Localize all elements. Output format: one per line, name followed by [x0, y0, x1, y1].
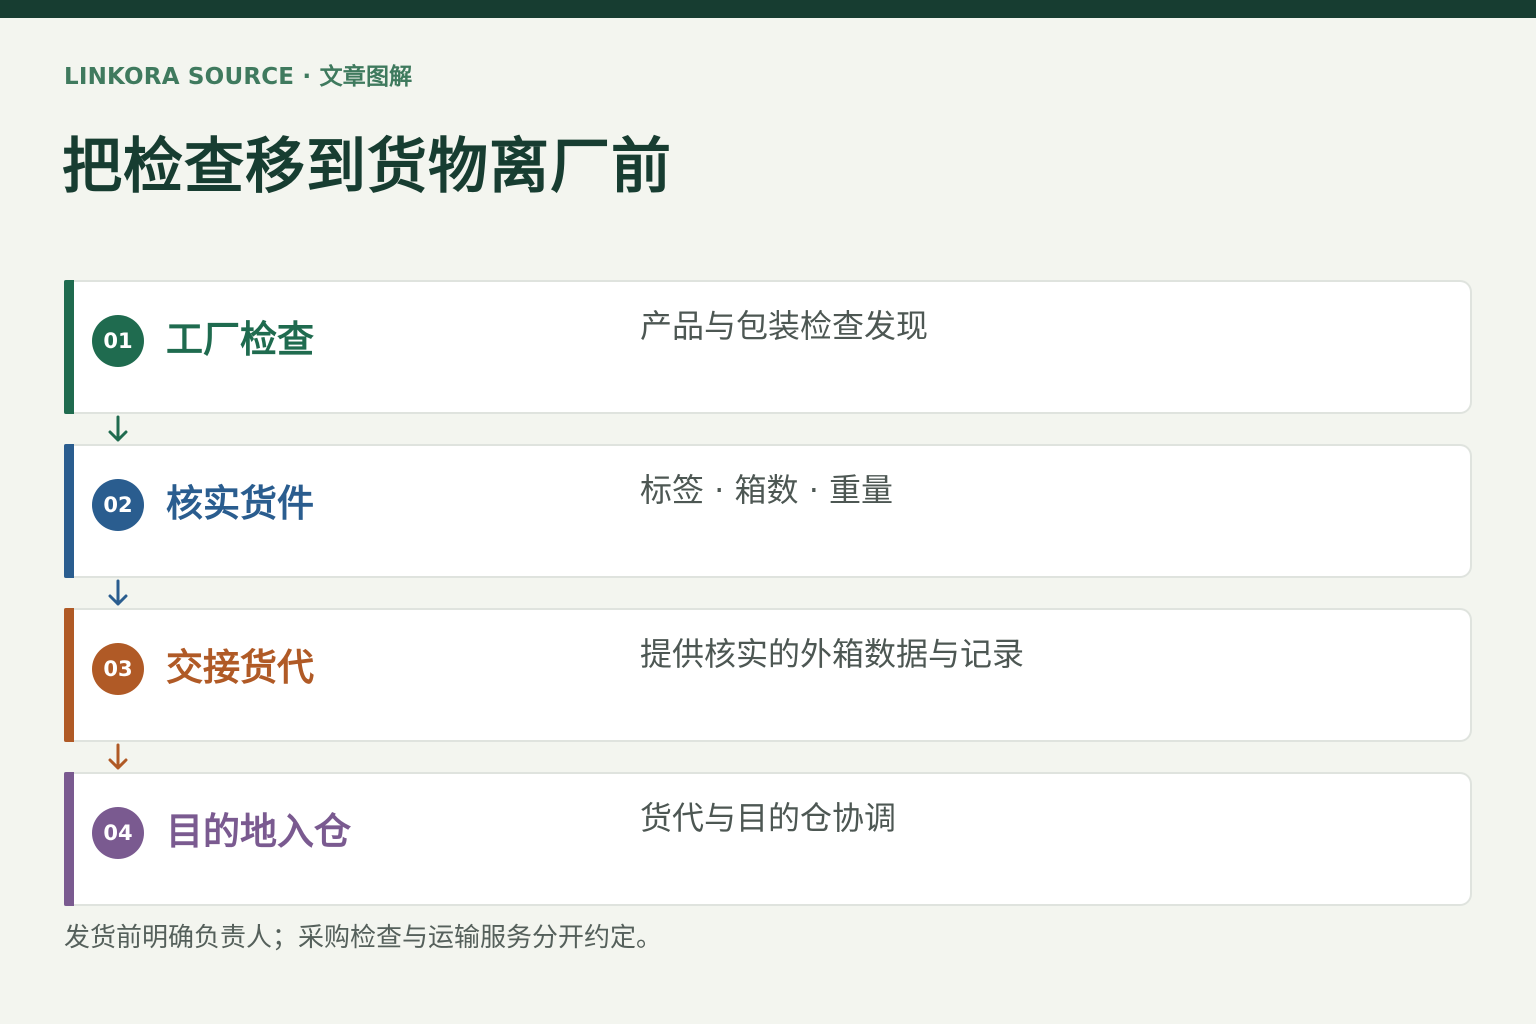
down-arrow-icon	[108, 579, 128, 606]
down-arrow-icon	[108, 415, 128, 442]
step-description: 货代与目的仓协调	[640, 799, 897, 837]
step-card-2: 02 核实货件 标签 · 箱数 · 重量	[64, 444, 1472, 578]
step-accent-bar	[64, 444, 74, 578]
step-number-badge: 01	[92, 315, 144, 367]
step-title: 工厂检查	[166, 318, 314, 361]
step-description: 提供核实的外箱数据与记录	[640, 635, 1025, 673]
step-accent-bar	[64, 608, 74, 742]
step-title: 核实货件	[166, 482, 314, 525]
step-card-1: 01 工厂检查 产品与包装检查发现	[64, 280, 1472, 414]
step-number-badge: 02	[92, 479, 144, 531]
step-title: 交接货代	[166, 646, 314, 689]
eyebrow-label: LINKORA SOURCE · 文章图解	[64, 64, 413, 90]
step-description: 标签 · 箱数 · 重量	[640, 471, 894, 509]
step-number-badge: 04	[92, 807, 144, 859]
step-card-4: 04 目的地入仓 货代与目的仓协调	[64, 772, 1472, 906]
down-arrow-icon	[108, 743, 128, 770]
top-accent-bar	[0, 0, 1536, 18]
step-card-3: 03 交接货代 提供核实的外箱数据与记录	[64, 608, 1472, 742]
step-accent-bar	[64, 280, 74, 414]
step-number-badge: 03	[92, 643, 144, 695]
footnote: 发货前明确负责人；采购检查与运输服务分开约定。	[64, 923, 663, 953]
page-title: 把检查移到货物离厂前	[62, 132, 672, 202]
step-description: 产品与包装检查发现	[640, 307, 929, 345]
step-accent-bar	[64, 772, 74, 906]
step-title: 目的地入仓	[166, 810, 351, 853]
